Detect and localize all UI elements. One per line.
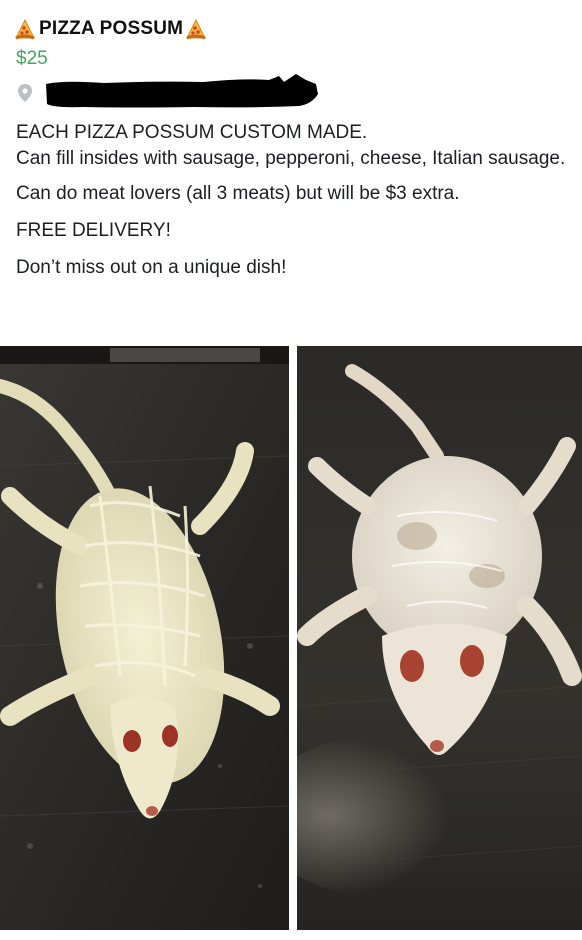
bottom-strip <box>0 930 582 940</box>
description-line-custom-made: EACH PIZZA POSSUM CUSTOM MADE. <box>16 122 368 143</box>
listing-photos <box>0 346 582 930</box>
location-pin-icon <box>18 84 32 102</box>
description-line-free-delivery: FREE DELIVERY! <box>16 220 171 241</box>
pizza-slice-icon <box>14 18 36 40</box>
pizza-slice-icon <box>185 18 207 40</box>
location-redaction <box>44 74 319 108</box>
listing-title: PIZZA POSSUM <box>39 18 184 39</box>
listing-location[interactable] <box>16 74 319 108</box>
listing-title-row: PIZZA POSSUM <box>14 14 207 44</box>
description-line-unique-dish: Don’t miss out on a unique dish! <box>16 257 287 278</box>
glazed-possum-photo[interactable] <box>297 346 582 930</box>
listing-header: PIZZA POSSUM $25 <box>0 0 582 110</box>
description-line-fillings: Can fill insides with sausage, pepperoni… <box>16 148 566 169</box>
cheese-covered-possum-photo[interactable] <box>0 346 289 930</box>
listing-price: $25 <box>16 48 48 69</box>
description-line-meat-lovers: Can do meat lovers (all 3 meats) but wil… <box>16 183 460 204</box>
listing-description: EACH PIZZA POSSUM CUSTOM MADE. Can fill … <box>16 120 571 292</box>
